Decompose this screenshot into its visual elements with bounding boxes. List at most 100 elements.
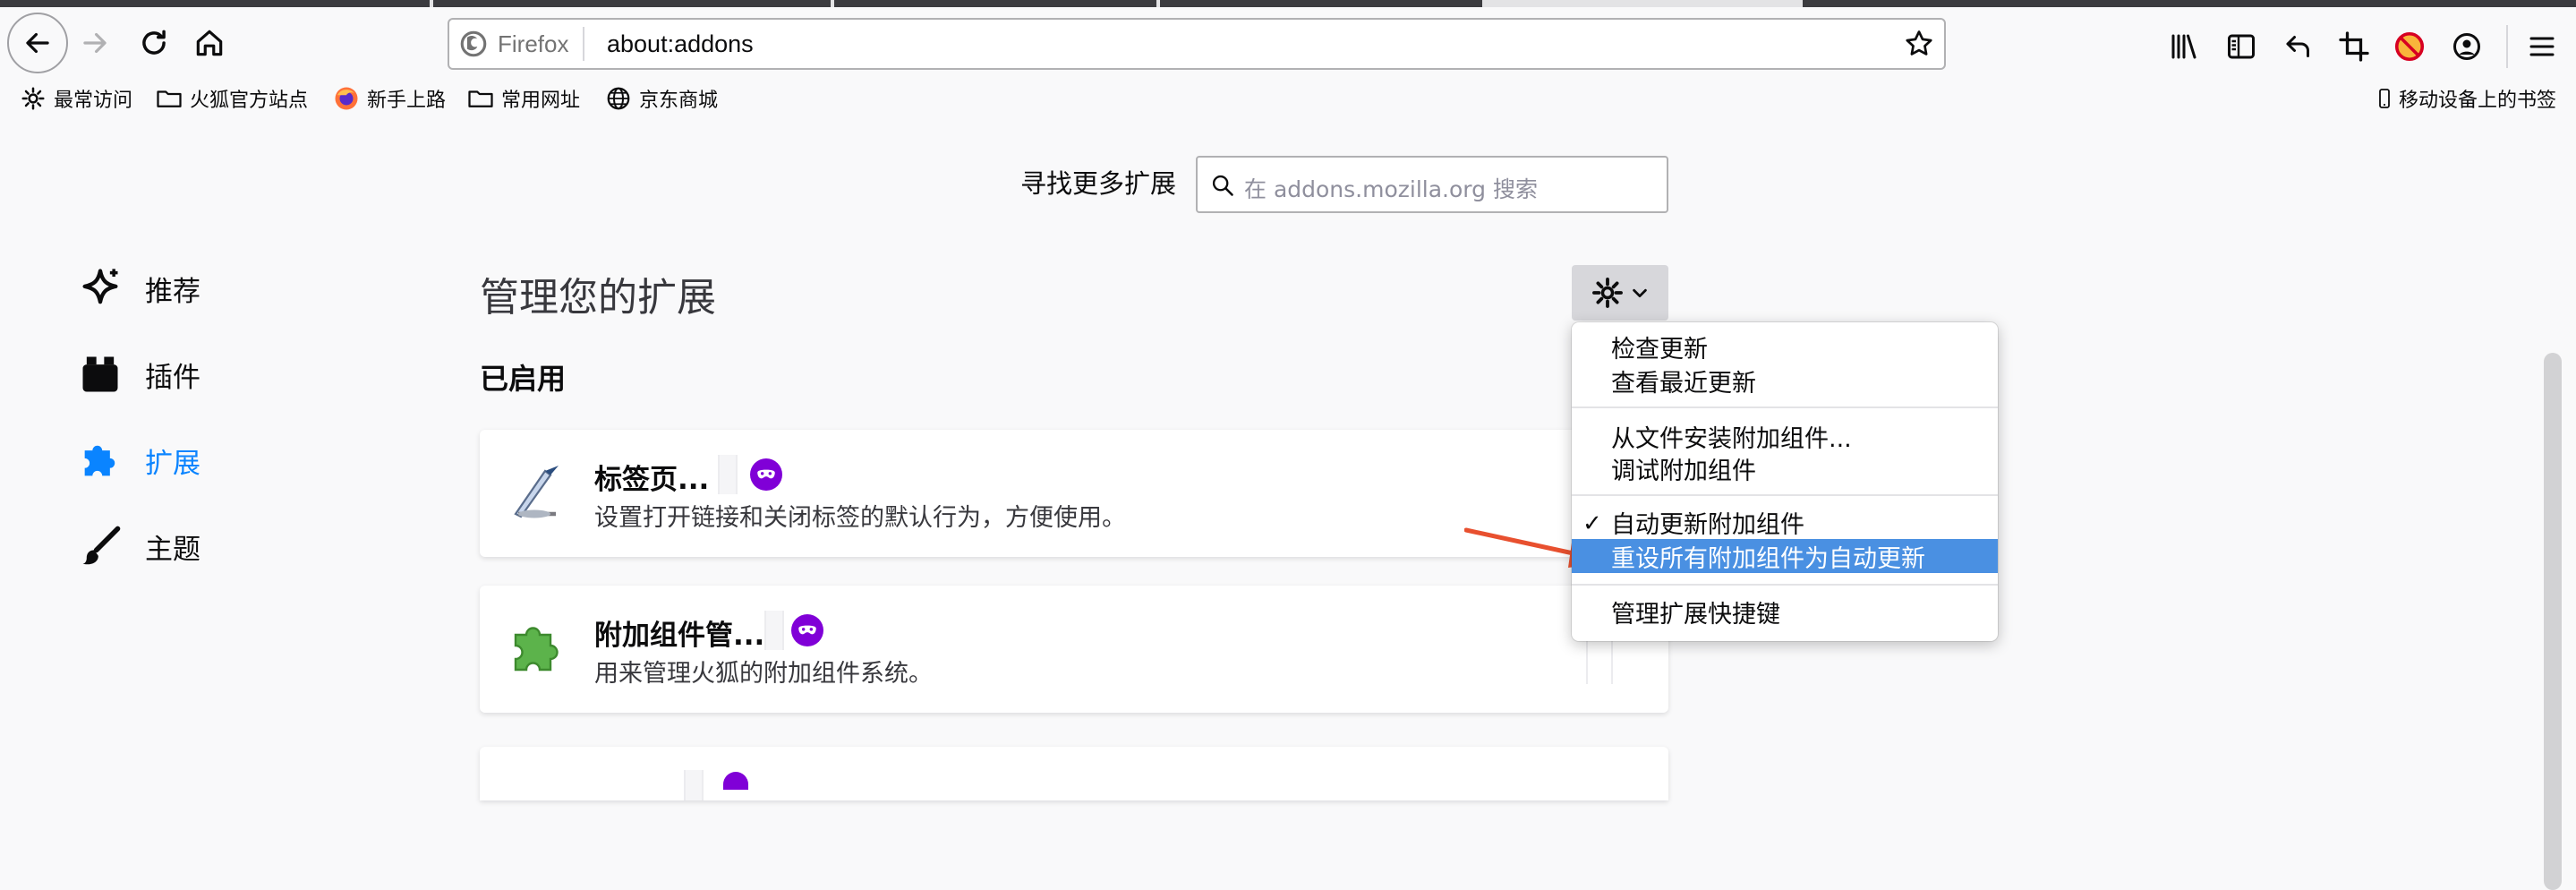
forward-arrow-icon [83,32,107,54]
menu-item-label: 管理扩展快捷键 [1611,600,1780,629]
category-label: 主题 [145,533,200,566]
bookmark-folder[interactable]: 常用网址 [467,82,580,115]
bookmark-label: 新手上路 [367,90,447,112]
scrollbar-thumb[interactable] [2544,353,2562,890]
sidebar-button[interactable] [2222,27,2261,66]
menu-button[interactable] [2522,27,2562,66]
mobile-bookmarks[interactable]: 移动设备上的书签 [2374,82,2556,115]
sidebar-icon [2228,34,2255,59]
extension-name: 附加组件管... [594,620,765,652]
addons-page: 寻找更多扩展 在 addons.mozilla.org 搜索 推荐 插件 扩展 … [0,118,2576,890]
navigation-toolbar: Firefox about:addons [0,7,2576,79]
reload-icon [142,30,166,55]
blocker-extension-button[interactable] [2390,27,2429,66]
firefox-identity-icon [460,30,487,57]
blocked-icon [2394,31,2425,62]
bookmark-label: 火狐官方站点 [190,90,309,112]
folder-icon [468,90,493,107]
green-puzzle-icon [514,627,559,672]
tab[interactable] [433,0,831,7]
mobile-device-icon [2379,89,2390,108]
menu-item-view-recent-updates[interactable]: 查看最近更新 [1572,364,1998,398]
category-plugins[interactable]: 插件 [77,347,200,401]
gear-icon [1592,278,1623,308]
checkmark-icon: ✓ [1582,510,1602,537]
menu-item-manage-shortcuts[interactable]: 管理扩展快捷键 [1572,595,1998,629]
bookmark-item[interactable]: 京东商城 [605,82,718,115]
tab-quill-icon [514,466,559,518]
menu-item-install-from-file[interactable]: 从文件安装附加组件... [1572,419,1998,453]
menu-item-label: 调试附加组件 [1611,457,1756,485]
hamburger-icon [2529,37,2555,56]
back-arrow-icon [26,32,49,54]
tab-strip [0,0,2576,7]
category-themes[interactable]: 主题 [77,519,200,573]
private-browsing-badge [791,614,823,646]
search-placeholder: 在 addons.mozilla.org 搜索 [1244,176,1538,202]
menu-item-auto-update[interactable]: ✓ 自动更新附加组件 [1572,505,1998,539]
sparkle-icon [82,269,118,304]
extension-card[interactable] [480,747,1668,800]
account-button[interactable] [2447,27,2486,66]
category-recommended[interactable]: 推荐 [77,261,200,315]
chevron-down-icon [1633,288,1647,298]
library-button[interactable] [2164,27,2204,66]
menu-item-label: 重设所有附加组件为自动更新 [1611,544,1925,573]
category-label: 扩展 [145,447,200,480]
private-browsing-badge [723,772,748,790]
name-spacer [684,770,704,800]
mask-icon [757,469,775,479]
search-icon [1212,175,1233,196]
tab[interactable] [0,0,430,7]
gear-icon [21,87,45,110]
bookmark-star-icon[interactable] [1903,28,1935,60]
mobile-bookmarks-label: 移动设备上的书签 [2399,90,2557,112]
find-more-label: 寻找更多扩展 [1020,168,1177,199]
menu-separator [1572,494,1998,496]
tab[interactable] [1160,0,1482,7]
addons-search-input[interactable]: 在 addons.mozilla.org 搜索 [1196,156,1668,213]
menu-separator [1572,406,1998,408]
folder-icon [157,90,182,107]
forward-button[interactable] [66,14,124,72]
identity-label: Firefox [498,30,569,57]
extension-description: 用来管理火狐的附加组件系统。 [594,660,933,688]
page-title: 管理您的扩展 [480,275,716,321]
mask-icon [798,625,816,635]
bookmarks-toolbar: 最常访问 火狐官方站点 新手上路 常用网址 京东商城 移动设备上的书签 [0,79,2576,118]
extension-card[interactable]: 附加组件管... 用来管理火狐的附加组件系统。 [480,586,1668,713]
menu-item-debug-addons[interactable]: 调试附加组件 [1572,451,1998,485]
firefox-icon [335,87,358,110]
undo-close-button[interactable] [2279,27,2318,66]
bookmark-item[interactable]: 最常访问 [20,82,132,115]
plugin-icon [82,356,118,392]
menu-item-reset-auto-update[interactable]: 重设所有附加组件为自动更新 [1572,539,1998,573]
screenshot-button[interactable] [2334,27,2374,66]
category-extensions[interactable]: 扩展 [77,433,200,487]
bookmark-item[interactable]: 新手上路 [333,82,446,115]
extension-name: 标签页... [594,464,710,496]
tab[interactable] [1803,0,2576,7]
identity-box[interactable]: Firefox [458,27,585,61]
reload-button[interactable] [125,14,183,72]
url-text[interactable]: about:addons [607,30,754,58]
globe-icon [607,87,630,110]
bookmark-label: 京东商城 [639,90,719,112]
bookmark-label: 常用网址 [501,90,581,112]
url-bar[interactable]: Firefox about:addons [448,18,1946,70]
toolbar-divider [2506,25,2508,68]
tools-menu-button[interactable] [1572,265,1668,321]
home-button[interactable] [181,14,238,72]
menu-item-label: 检查更新 [1611,335,1708,364]
name-spacer [764,611,784,650]
menu-item-check-updates[interactable]: 检查更新 [1572,329,1998,364]
private-browsing-badge [750,458,782,491]
bookmark-folder[interactable]: 火狐官方站点 [156,82,308,115]
back-button[interactable] [7,13,68,73]
puzzle-icon [84,445,115,476]
menu-item-label: 查看最近更新 [1611,369,1756,398]
category-label: 插件 [145,361,200,394]
home-icon [196,30,223,56]
tools-dropdown-menu: 检查更新 查看最近更新 从文件安装附加组件... 调试附加组件 ✓ 自动更新附加… [1572,322,1998,641]
tab[interactable] [834,0,1156,7]
